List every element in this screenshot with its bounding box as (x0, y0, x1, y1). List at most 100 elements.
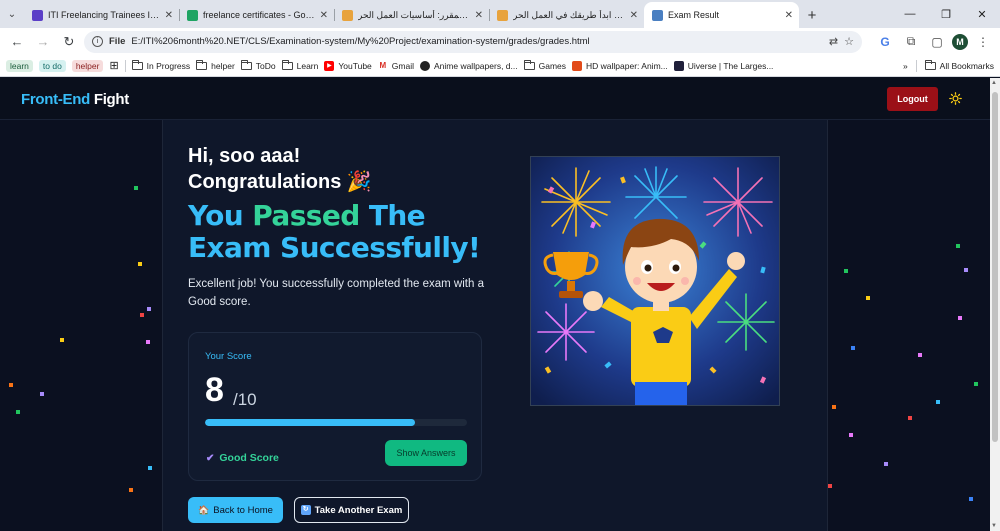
confetti-piece (866, 296, 870, 300)
tab-close-icon[interactable]: ✕ (165, 10, 173, 21)
back-to-home-label: Back to Home (213, 504, 273, 516)
greeting-text: Hi, soo aaa! (188, 145, 301, 167)
confetti-piece (974, 382, 978, 386)
bookmark-item[interactable]: Uiverse | The Larges... (673, 60, 773, 71)
tab-title: freelance certificates - Google D (203, 10, 315, 20)
scroll-thumb[interactable] (992, 92, 998, 442)
tab-close-icon[interactable]: ✕ (630, 10, 638, 21)
confetti-piece (140, 313, 144, 317)
confetti-piece (16, 410, 20, 414)
address-bar[interactable]: i File E:/ITI%206month%20.NET/CLS/Examin… (84, 30, 862, 53)
confetti-piece (147, 307, 151, 311)
google-translate-icon[interactable]: G (874, 31, 896, 53)
confetti-piece (134, 186, 138, 190)
bookmark-item[interactable]: M Gmail (377, 60, 414, 71)
browser-tab[interactable]: freelance certificates - Google D ✕ (179, 2, 334, 28)
bookmark-item[interactable]: helper (196, 59, 235, 71)
extensions-icon[interactable]: ⧉ (900, 31, 922, 53)
confetti-piece (828, 484, 832, 488)
url-text[interactable]: E:/ITI%206month%20.NET/CLS/Examination-s… (131, 36, 823, 47)
tab-close-icon[interactable]: ✕ (785, 10, 793, 21)
brand-logo[interactable]: Front-End Fight (21, 91, 129, 108)
apps-grid-icon[interactable]: ⊞ (109, 59, 118, 72)
minimize-icon[interactable]: — (892, 0, 928, 28)
google-drive-icon (187, 9, 198, 21)
take-another-exam-button[interactable]: ↻ Take Another Exam (294, 497, 409, 523)
bookmark-item[interactable]: HD wallpaper: Anim... (572, 60, 668, 71)
logout-button[interactable]: Logout (887, 87, 938, 111)
browser-menu-icon[interactable]: ⋮ (972, 31, 994, 53)
bookmark-label: All Bookmarks (939, 60, 994, 71)
translate-icon[interactable]: ⇄ (829, 35, 838, 48)
back-icon[interactable]: ← (6, 31, 28, 53)
home-icon: 🏠 (198, 504, 210, 515)
folder-icon (281, 59, 293, 70)
confetti-piece (956, 244, 960, 248)
congrats-text: Congratulations 🎉 (188, 171, 372, 193)
confetti-piece (884, 462, 888, 466)
site-icon (572, 60, 583, 71)
bookmarks-divider (915, 59, 917, 72)
reload-icon[interactable]: ↻ (58, 31, 80, 53)
browser-tab-active[interactable]: Exam Result ✕ (644, 2, 799, 28)
bookmark-star-icon[interactable]: ☆ (844, 35, 854, 48)
tab-title: المقرر: أساسيات العمل الحر | Tech (358, 9, 470, 20)
scroll-up-icon[interactable]: ▲ (991, 80, 997, 86)
all-bookmarks[interactable]: All Bookmarks (924, 59, 994, 71)
result-description: Excellent job! You successfully complete… (188, 278, 484, 308)
bookmark-item[interactable]: Learn (281, 59, 318, 71)
new-tab-icon[interactable]: + (799, 2, 825, 28)
confetti-piece (849, 433, 853, 437)
bookmark-item[interactable]: Games (523, 59, 566, 71)
take-another-label: Take Another Exam (314, 504, 403, 516)
profile-avatar[interactable]: M (952, 33, 968, 50)
tab-favicon-icon (342, 9, 353, 21)
bookmarks-overflow-icon[interactable]: » (903, 61, 908, 71)
close-window-icon[interactable]: ✕ (964, 0, 1000, 28)
bookmark-item[interactable]: ToDo (240, 59, 276, 71)
back-to-home-button[interactable]: 🏠 Back to Home (188, 497, 283, 523)
page-scrollbar[interactable]: ▲ ▼ (990, 78, 1000, 531)
folder-icon (924, 59, 936, 70)
bookmark-label: Anime wallpapers, d... (433, 60, 518, 71)
bookmark-item[interactable]: Anime wallpapers, d... (419, 60, 518, 71)
browser-tab[interactable]: ITI Freelancing Trainees Info an ✕ (24, 2, 179, 28)
bookmark-tag[interactable]: helper (71, 59, 104, 72)
tab-close-icon[interactable]: ✕ (320, 10, 328, 21)
bookmark-item[interactable]: In Progress (131, 59, 190, 71)
browser-toolbar: ← → ↻ i File E:/ITI%206month%20.NET/CLS/… (0, 28, 1000, 55)
restore-icon[interactable]: ❐ (928, 0, 964, 28)
score-value: 8 (205, 371, 224, 409)
score-progress-fill (205, 419, 415, 426)
tab-close-icon[interactable]: ✕ (475, 10, 483, 21)
tab-favicon-icon (32, 9, 43, 21)
browser-tab[interactable]: المقرر: أساسيات العمل الحر | Tech ✕ (334, 2, 489, 28)
folder-icon (240, 59, 252, 70)
show-answers-button[interactable]: Show Answers (385, 440, 467, 466)
bookmark-tag[interactable]: learn (6, 59, 33, 72)
tab-search-icon[interactable]: ⌄ (0, 0, 24, 28)
brand-part-2: Fight (93, 91, 129, 108)
headline-word-1: You (188, 199, 244, 232)
page-viewport: Front-End Fight Logout (0, 78, 990, 531)
check-icon: ✔ (206, 452, 215, 464)
bookmark-tag[interactable]: to do (38, 59, 66, 72)
split-view-icon[interactable]: ▢ (926, 31, 948, 53)
greeting-heading: Hi, soo aaa! Congratulations 🎉 (188, 143, 372, 195)
score-card: Your Score 8 /10 ✔ Good Score Show Answe… (188, 332, 482, 481)
confetti-piece (958, 316, 962, 320)
folder-icon (196, 59, 208, 70)
confetti-piece (851, 346, 855, 350)
browser-tab[interactable]: المقرر: ابدأ طريقك في العمل الحر ✕ (489, 2, 644, 28)
confetti-piece (918, 353, 922, 357)
browser-tab-strip: ⌄ ITI Freelancing Trainees Info an ✕ fre… (0, 0, 1000, 28)
score-total: /10 (233, 390, 257, 409)
bookmark-item[interactable]: ▶ YouTube (324, 60, 372, 71)
scroll-down-icon[interactable]: ▼ (991, 523, 997, 529)
sun-icon[interactable] (949, 92, 962, 107)
score-rating: ✔ Good Score (206, 452, 279, 464)
site-info-icon[interactable]: i (92, 36, 103, 47)
folder-icon (523, 59, 535, 70)
forward-icon[interactable]: → (32, 31, 54, 53)
site-icon (673, 60, 684, 71)
